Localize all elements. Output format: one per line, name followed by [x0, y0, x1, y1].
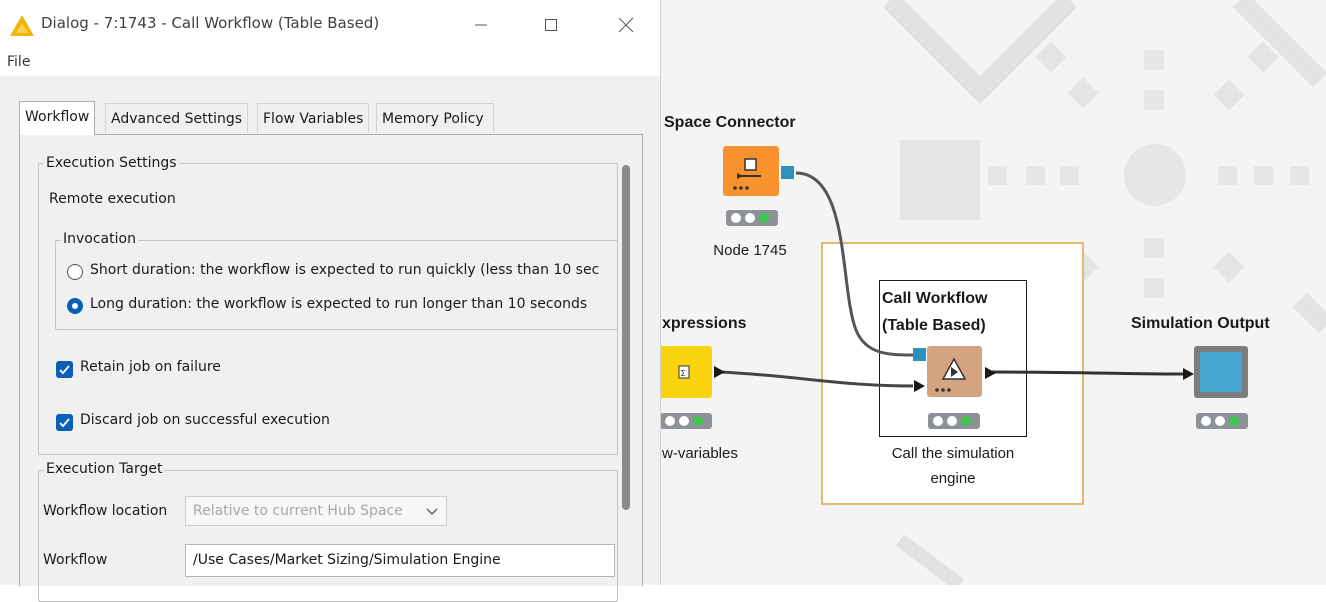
- node-status-indicator: [726, 210, 778, 226]
- chevron-down-icon: [426, 508, 438, 515]
- short-duration-radio[interactable]: [67, 264, 83, 280]
- node-title-call-workflow-line1: Call Workflow: [882, 290, 988, 307]
- input-port[interactable]: [914, 380, 925, 392]
- output-port[interactable]: [985, 367, 996, 379]
- node-title-call-workflow-line2: (Table Based): [882, 317, 986, 334]
- title-bar[interactable]: Dialog - 7:1743 - Call Workflow (Table B…: [0, 0, 660, 50]
- node-title-simulation-output: Simulation Output: [1131, 315, 1270, 332]
- call-workflow-node[interactable]: [927, 346, 982, 397]
- input-port[interactable]: [913, 348, 926, 361]
- vertical-scrollbar[interactable]: [622, 165, 630, 510]
- retain-job-checkbox[interactable]: [56, 361, 73, 378]
- minimize-button[interactable]: [458, 10, 504, 40]
- space-connector-node[interactable]: [723, 146, 779, 196]
- checkmark-icon: [59, 418, 70, 428]
- checkmark-icon: [59, 365, 70, 375]
- discard-job-checkbox[interactable]: [56, 414, 73, 431]
- discard-job-label[interactable]: Discard job on successful execution: [80, 412, 330, 428]
- short-duration-label[interactable]: Short duration: the workflow is expected…: [90, 262, 615, 278]
- execution-settings-legend: Execution Settings: [44, 155, 179, 171]
- node-label-expressions: w-variables: [662, 445, 738, 462]
- output-icon: [1200, 352, 1242, 392]
- tab-workflow[interactable]: Workflow: [19, 101, 96, 135]
- expressions-node[interactable]: Σ: [655, 346, 712, 398]
- connector-icon: [733, 158, 761, 190]
- call-workflow-icon: [935, 357, 967, 392]
- workflow-label: Workflow: [43, 552, 108, 568]
- invocation-group: [55, 240, 618, 330]
- tab-memory-policy[interactable]: Memory Policy: [376, 103, 494, 133]
- tab-advanced-settings[interactable]: Advanced Settings: [105, 103, 249, 133]
- workflow-path-value: /Use Cases/Market Sizing/Simulation Engi…: [193, 552, 501, 568]
- knime-logo-icon: [10, 15, 34, 36]
- retain-job-label[interactable]: Retain job on failure: [80, 359, 221, 375]
- workflow-path-input[interactable]: /Use Cases/Market Sizing/Simulation Engi…: [185, 544, 615, 577]
- node-title-space-connector: Space Connector: [664, 114, 796, 131]
- simulation-output-node[interactable]: [1194, 346, 1248, 398]
- output-port[interactable]: [781, 166, 794, 179]
- minimize-icon: [475, 24, 487, 26]
- maximize-button[interactable]: [528, 10, 574, 40]
- close-button[interactable]: [604, 10, 650, 40]
- expression-icon: Σ: [678, 365, 690, 379]
- node-label-call-workflow-line2: engine: [930, 470, 976, 487]
- input-port[interactable]: [1183, 368, 1194, 380]
- node-status-indicator: [660, 413, 712, 429]
- node-status-indicator: [1196, 413, 1248, 429]
- output-port[interactable]: [714, 366, 725, 378]
- close-icon: [618, 17, 634, 33]
- node-label-space-connector: Node 1745: [713, 242, 787, 259]
- node-status-indicator: [928, 413, 980, 429]
- node-label-call-workflow-line1: Call the simulation: [891, 445, 1015, 462]
- invocation-legend: Invocation: [61, 231, 138, 247]
- tab-flow-variables[interactable]: Flow Variables: [257, 103, 370, 133]
- long-duration-label[interactable]: Long duration: the workflow is expected …: [90, 296, 615, 312]
- window-title: Dialog - 7:1743 - Call Workflow (Table B…: [41, 14, 380, 32]
- svg-text:Σ: Σ: [681, 369, 686, 378]
- workflow-location-label: Workflow location: [43, 503, 168, 519]
- menu-bar: File: [0, 50, 660, 76]
- dialog-window: Dialog - 7:1743 - Call Workflow (Table B…: [0, 0, 661, 602]
- execution-target-group: [38, 470, 618, 602]
- maximize-icon: [545, 19, 557, 31]
- menu-file[interactable]: File: [7, 54, 30, 70]
- remote-execution-label: Remote execution: [49, 191, 176, 207]
- workflow-location-select[interactable]: Relative to current Hub Space: [185, 496, 447, 526]
- workflow-location-value: Relative to current Hub Space: [193, 503, 403, 519]
- node-title-expressions: xpressions: [662, 315, 747, 332]
- execution-target-legend: Execution Target: [44, 461, 165, 477]
- long-duration-radio[interactable]: [67, 298, 83, 314]
